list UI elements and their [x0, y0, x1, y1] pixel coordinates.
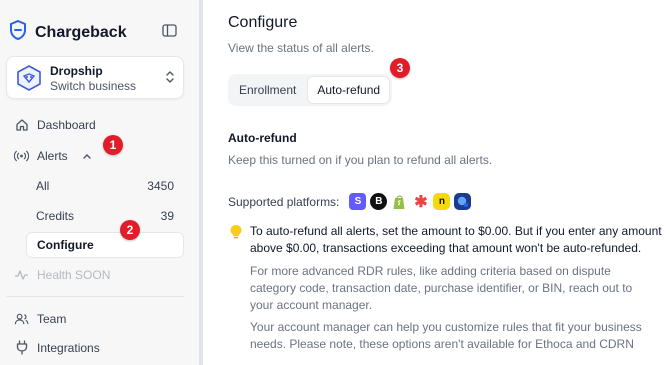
broadcast-icon [14, 148, 29, 163]
lightbulb-icon [229, 224, 243, 245]
sidebar-item-integrations[interactable]: Integrations [14, 340, 100, 355]
sidebar-item-team[interactable]: Team [14, 311, 66, 326]
sidebar-item-label: Dashboard [37, 117, 96, 132]
sidebar-item-alerts[interactable]: Alerts [14, 148, 92, 163]
tab-bar: Enrollment Auto-refund [228, 74, 393, 106]
sidebar-item-health: Health SOON [14, 267, 110, 282]
chevron-up-down-icon [165, 70, 175, 89]
plug-icon [14, 340, 29, 355]
step-badge-1: 1 [103, 135, 123, 155]
puzzle-platform-icon: ✱ [412, 193, 430, 211]
pulse-icon [14, 267, 29, 282]
tab-auto-refund[interactable]: Auto-refund [307, 76, 391, 104]
business-logo-icon [16, 65, 42, 96]
sidebar-resize-handle[interactable] [199, 0, 203, 365]
switch-business-label: Switch business [50, 79, 137, 93]
section-description: Keep this turned on if you plan to refun… [228, 153, 493, 167]
step-badge-2: 2 [120, 220, 140, 240]
page-title: Configure [228, 14, 298, 31]
sidebar-subitem-credits[interactable]: Credits 39 [26, 203, 184, 229]
supported-platforms: Supported platforms: S B ✱ n [228, 193, 472, 211]
sidebar-item-dashboard[interactable]: Dashboard [14, 117, 96, 132]
chevron-up-icon[interactable] [82, 149, 92, 163]
item-count: 39 [160, 209, 174, 223]
sidebar-toggle-icon[interactable] [162, 24, 177, 42]
sidebar-item-label: Team [37, 311, 67, 326]
tab-enrollment[interactable]: Enrollment [230, 76, 305, 104]
sidebar-item-label: Health SOON [37, 267, 111, 282]
auto-refund-tip: To auto-refund all alerts, set the amoun… [250, 224, 662, 255]
business-switcher[interactable]: Dropship Switch business [6, 56, 184, 99]
platforms-label: Supported platforms: [228, 194, 340, 209]
sidebar-item-label: Alerts [37, 148, 68, 163]
sidebar-item-label: Configure [37, 238, 94, 252]
shield-logo-icon [9, 19, 27, 45]
account-manager-note: Your account manager can help you custom… [250, 320, 642, 351]
brand-name: Chargeback [35, 23, 127, 41]
sidebar-subitem-configure[interactable]: Configure [26, 232, 184, 258]
step-badge-3: 3 [390, 58, 410, 78]
item-count: 3450 [147, 179, 174, 193]
home-icon [14, 117, 29, 132]
business-name: Dropship [50, 64, 103, 78]
sidebar-subitem-all[interactable]: All 3450 [26, 173, 184, 199]
sidebar-item-label: All [36, 179, 50, 193]
b-platform-icon: B [370, 193, 388, 210]
blue-platform-icon [454, 193, 472, 210]
users-icon [14, 311, 29, 326]
page-subtitle: View the status of all alerts. [228, 41, 374, 55]
section-title: Auto-refund [228, 131, 297, 145]
platform-logos: S B ✱ n [349, 193, 472, 211]
sidebar-item-label: Integrations [37, 340, 100, 355]
sidebar-divider [6, 296, 184, 297]
sidebar-item-label: Credits [36, 209, 75, 223]
n-platform-icon: n [433, 193, 451, 210]
brand: Chargeback [9, 19, 127, 45]
shopify-icon [391, 193, 409, 210]
stripe-icon: S [349, 193, 367, 210]
rdr-rules-note: For more advanced RDR rules, like adding… [250, 264, 633, 312]
